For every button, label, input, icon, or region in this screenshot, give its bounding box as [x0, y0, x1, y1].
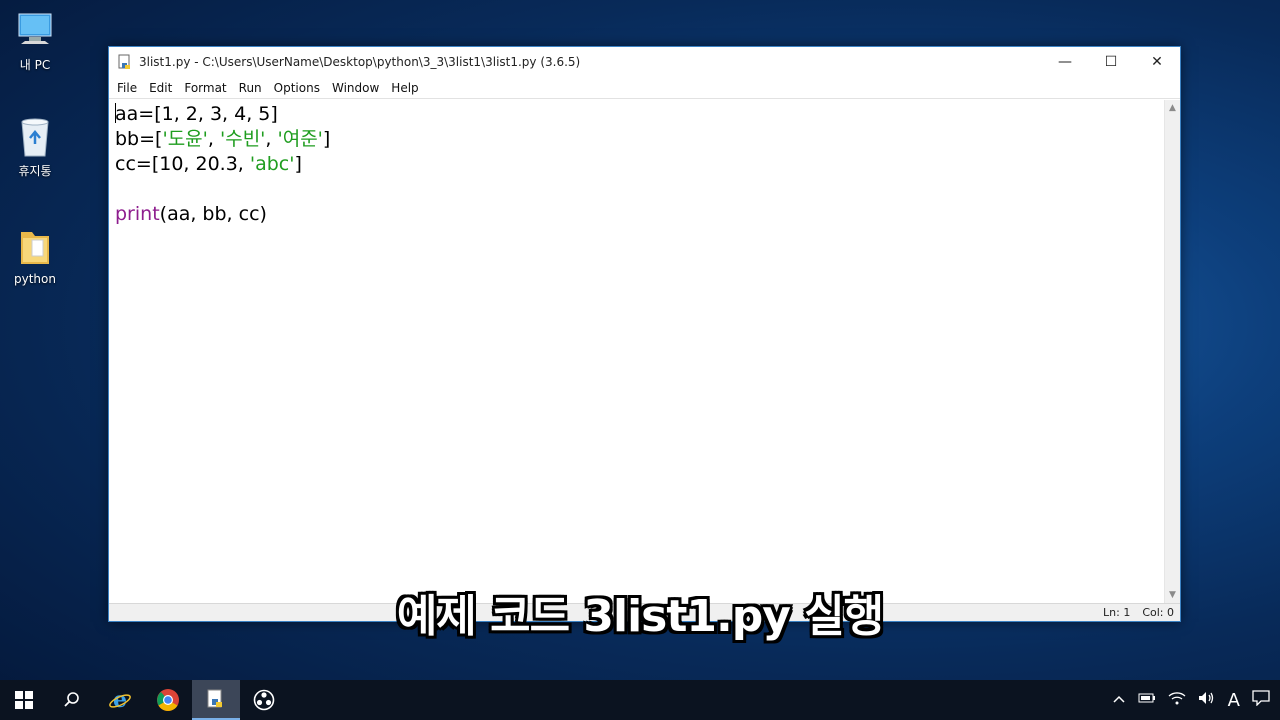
notification-icon[interactable]: [1252, 690, 1270, 710]
menu-file[interactable]: File: [111, 81, 143, 95]
obs-icon: [253, 689, 275, 711]
desktop-icon-label: 내 PC: [19, 58, 51, 72]
code-text: cc=[10, 20.3,: [115, 153, 250, 175]
scroll-up-icon[interactable]: ▲: [1165, 100, 1180, 116]
obs-button[interactable]: [240, 680, 288, 720]
pc-icon: [15, 10, 55, 52]
desktop-icon-python-folder[interactable]: python: [6, 226, 64, 286]
desktop-icon-label: python: [14, 272, 56, 286]
menu-run[interactable]: Run: [233, 81, 268, 95]
menu-help[interactable]: Help: [385, 81, 424, 95]
string-literal: '도윤': [162, 128, 208, 150]
menu-options[interactable]: Options: [268, 81, 326, 95]
taskbar: e A: [0, 680, 1280, 720]
string-literal: '여준': [277, 128, 323, 150]
builtin-keyword: print: [115, 203, 160, 225]
windows-start-icon: [15, 691, 33, 709]
minimize-button[interactable]: —: [1042, 47, 1088, 77]
ime-indicator[interactable]: A: [1228, 690, 1240, 711]
code-text: ]: [294, 153, 302, 175]
chrome-icon: [157, 689, 179, 711]
code-text: bb=[: [115, 128, 163, 150]
close-button[interactable]: ✕: [1134, 47, 1180, 77]
python-idle-icon: [207, 689, 222, 708]
string-literal: 'abc': [249, 153, 295, 175]
maximize-button[interactable]: ☐: [1088, 47, 1134, 77]
window-title: 3list1.py - C:\Users\UserName\Desktop\py…: [139, 55, 581, 69]
menu-bar: File Edit Format Run Options Window Help: [109, 77, 1180, 99]
desktop-icon-recycle-bin[interactable]: 휴지통: [6, 116, 64, 179]
title-bar[interactable]: 3list1.py - C:\Users\UserName\Desktop\py…: [109, 47, 1180, 77]
video-subtitle: 예제 코드 3list1.py 실행: [396, 591, 884, 642]
wifi-icon[interactable]: [1168, 691, 1186, 709]
search-icon: [64, 692, 79, 707]
idle-button[interactable]: [192, 680, 240, 720]
folder-icon: [15, 226, 55, 268]
menu-edit[interactable]: Edit: [143, 81, 178, 95]
maximize-icon: ☐: [1104, 54, 1118, 70]
minimize-icon: —: [1058, 54, 1072, 70]
recycle-bin-icon: [15, 116, 55, 158]
code-text: (aa, bb, cc): [159, 203, 267, 225]
code-line-3: cc=[10, 20.3, 'abc']: [115, 152, 1158, 177]
close-icon: ✕: [1151, 54, 1163, 70]
code-line-1: aa=[1, 2, 3, 4, 5]: [115, 102, 1158, 127]
start-button[interactable]: [0, 680, 48, 720]
python-file-icon: [117, 54, 133, 70]
code-text: ]: [322, 128, 331, 150]
volume-icon[interactable]: [1198, 691, 1216, 709]
code-line-5: print(aa, bb, cc): [115, 202, 1158, 227]
edge-button[interactable]: e: [96, 680, 144, 720]
chrome-button[interactable]: [144, 680, 192, 720]
code-text: ,: [207, 128, 220, 150]
string-literal: '수빈': [219, 128, 266, 150]
code-editor[interactable]: aa=[1, 2, 3, 4, 5] bb=['도윤', '수빈', '여준']…: [109, 100, 1164, 603]
desktop-icon-my-pc[interactable]: 내 PC: [6, 10, 64, 73]
internet-explorer-icon: e: [109, 688, 131, 712]
desktop-icon-label: 휴지통: [18, 164, 52, 178]
code-text: aa=[1, 2, 3, 4, 5]: [115, 103, 278, 125]
chevron-up-icon[interactable]: [1112, 693, 1126, 708]
menu-window[interactable]: Window: [326, 81, 385, 95]
editor-window: 3list1.py - C:\Users\UserName\Desktop\py…: [108, 46, 1181, 622]
code-line-2: bb=['도윤', '수빈', '여준']: [115, 127, 1158, 152]
battery-icon[interactable]: [1138, 692, 1156, 708]
search-button[interactable]: [48, 680, 96, 720]
menu-format[interactable]: Format: [178, 81, 232, 95]
vertical-scrollbar[interactable]: ▲ ▼: [1164, 100, 1180, 603]
system-tray: A: [1112, 690, 1280, 711]
code-text: ,: [265, 128, 278, 150]
svg-text:e: e: [113, 688, 127, 712]
